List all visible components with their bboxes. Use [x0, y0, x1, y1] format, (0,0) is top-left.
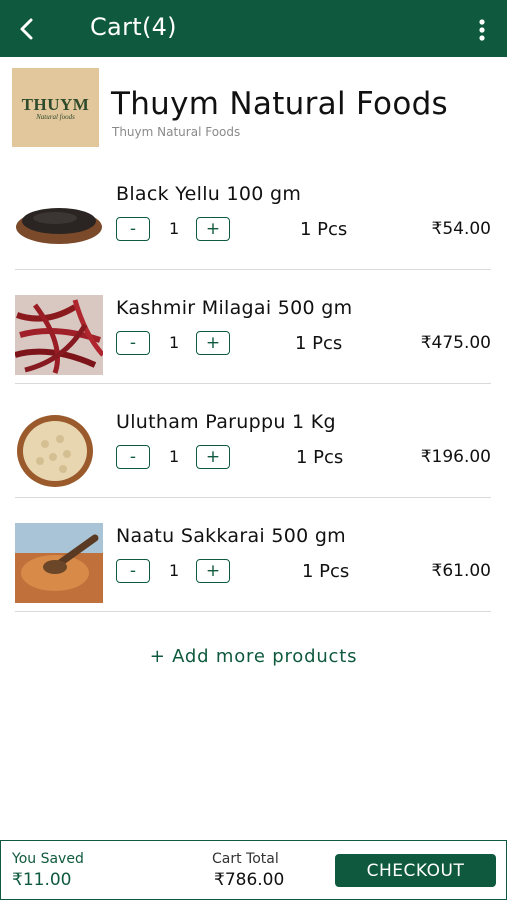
item-price: ₹475.00 [420, 333, 491, 353]
more-vertical-icon[interactable] [477, 17, 487, 43]
store-logo-subtext: Natural foods [36, 112, 75, 121]
product-image [15, 295, 103, 375]
item-unit: 1 Pcs [295, 333, 343, 354]
product-image [15, 181, 103, 261]
divider [15, 269, 491, 270]
item-quantity: 1 [169, 333, 180, 352]
item-price: ₹61.00 [431, 561, 491, 581]
increase-quantity-button[interactable]: + [196, 559, 230, 583]
divider [15, 497, 491, 498]
divider [15, 611, 491, 612]
checkout-button[interactable]: CHECKOUT [335, 854, 496, 887]
cart-total-label: Cart Total [212, 851, 279, 867]
item-price: ₹54.00 [431, 219, 491, 239]
decrease-quantity-button[interactable]: - [116, 445, 150, 469]
product-image [15, 523, 103, 603]
decrease-quantity-button[interactable]: - [116, 331, 150, 355]
cart-item: Kashmir Milagai 500 gm - 1 + 1 Pcs ₹475.… [15, 295, 491, 405]
increase-quantity-button[interactable]: + [196, 217, 230, 241]
item-price: ₹196.00 [420, 447, 491, 467]
store-name: Thuym Natural Foods [111, 86, 449, 122]
divider [15, 383, 491, 384]
item-quantity: 1 [169, 561, 180, 580]
cart-total-value: ₹786.00 [214, 870, 285, 890]
saved-label: You Saved [12, 851, 84, 867]
increase-quantity-button[interactable]: + [196, 445, 230, 469]
increase-quantity-button[interactable]: + [196, 331, 230, 355]
cart-footer: You Saved ₹11.00 Cart Total ₹786.00 CHEC… [0, 840, 507, 900]
item-name: Naatu Sakkarai 500 gm [116, 525, 346, 547]
item-name: Ulutham Paruppu 1 Kg [116, 411, 336, 433]
item-name: Black Yellu 100 gm [116, 183, 302, 205]
store-subtitle: Thuym Natural Foods [112, 125, 241, 139]
item-unit: 1 Pcs [302, 561, 350, 582]
saved-value: ₹11.00 [12, 870, 72, 890]
decrease-quantity-button[interactable]: - [116, 217, 150, 241]
app-bar: Cart(4) [0, 0, 507, 57]
item-quantity: 1 [169, 447, 180, 466]
decrease-quantity-button[interactable]: - [116, 559, 150, 583]
store-logo-text: THUYM [21, 94, 90, 114]
page-title: Cart(4) [90, 13, 177, 41]
cart-item: Naatu Sakkarai 500 gm - 1 + 1 Pcs ₹61.00 [15, 523, 491, 633]
item-unit: 1 Pcs [300, 219, 348, 240]
item-unit: 1 Pcs [296, 447, 344, 468]
store-logo: THUYM Natural foods [12, 68, 99, 147]
item-name: Kashmir Milagai 500 gm [116, 297, 353, 319]
cart-item: Black Yellu 100 gm - 1 + 1 Pcs ₹54.00 [15, 181, 491, 291]
back-arrow-icon[interactable] [14, 15, 42, 43]
item-quantity: 1 [169, 219, 180, 238]
store-header: THUYM Natural foods Thuym Natural Foods … [12, 68, 502, 148]
add-more-products-link[interactable]: + Add more products [0, 646, 507, 667]
product-image [15, 409, 103, 489]
cart-item: Ulutham Paruppu 1 Kg - 1 + 1 Pcs ₹196.00 [15, 409, 491, 519]
